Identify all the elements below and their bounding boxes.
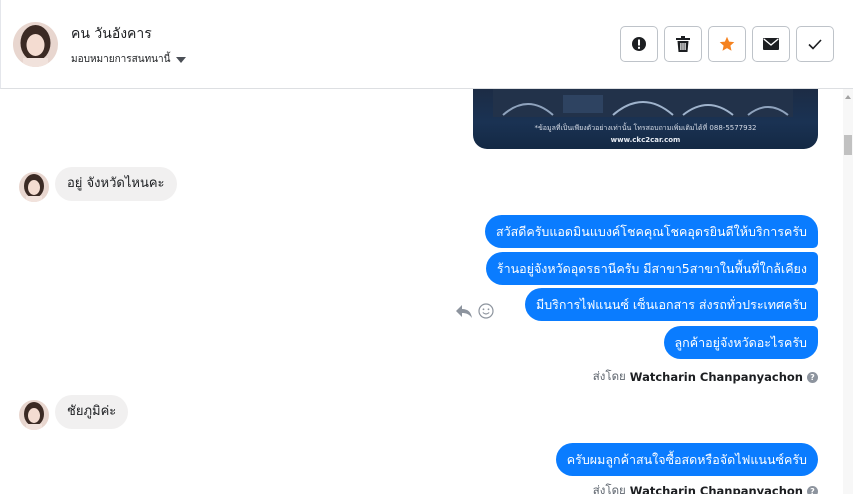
alert-icon xyxy=(632,37,646,51)
contact-avatar-small xyxy=(19,400,49,430)
outgoing-message[interactable]: สวัสดีครับแอดมินแบงค์โชคคุณโชคอุดรยินดีใ… xyxy=(484,215,818,248)
outgoing-message[interactable]: ครับผมลูกค้าสนใจซื้อสดหรือจัดไฟแนนซ์ครับ xyxy=(555,443,818,476)
image-attachment[interactable]: *ข้อมูลที่เป็นเพียงตัวอย่างเท่านั้น โทรส… xyxy=(473,89,818,149)
help-icon[interactable]: ? xyxy=(807,371,818,383)
image-disclaimer-text: *ข้อมูลที่เป็นเพียงตัวอย่างเท่านั้น โทรส… xyxy=(534,124,757,132)
incoming-message[interactable]: ชัยภูมิค่ะ xyxy=(55,395,129,429)
sent-by-agent[interactable]: Watcharin Chanpanyachon xyxy=(630,370,803,384)
delete-button[interactable] xyxy=(664,26,702,62)
help-icon[interactable]: ? xyxy=(807,485,818,494)
sent-by-agent[interactable]: Watcharin Chanpanyachon xyxy=(630,484,803,494)
conversation-toolbar xyxy=(620,26,834,62)
outgoing-message[interactable]: ร้านอยู่จังหวัดอุดรธานีครับ มีสาขา5สาขาใ… xyxy=(485,252,818,285)
envelope-icon xyxy=(763,38,779,50)
scrollbar-thumb[interactable] xyxy=(844,135,852,155)
emoji-reaction-icon[interactable] xyxy=(478,303,494,319)
image-website-text: www.ckc2car.com xyxy=(610,136,681,144)
outgoing-message[interactable]: ลูกค้าอยู่จังหวัดอะไรครับ xyxy=(663,326,818,359)
sent-by-line: ส่งโดย Watcharin Chanpanyachon ? xyxy=(593,368,818,386)
scroll-up-arrow-icon[interactable] xyxy=(845,95,851,99)
assign-conversation-dropdown[interactable]: มอบหมายการสนทนานี้ xyxy=(71,52,187,67)
star-icon xyxy=(719,36,735,51)
car-dashboard-image xyxy=(493,89,793,117)
contact-avatar-small xyxy=(19,172,49,202)
sent-by-line: ส่งโดย Watcharin Chanpanyachon ? xyxy=(593,482,818,494)
message-thread[interactable]: *ข้อมูลที่เป็นเพียงตัวอย่างเท่านั้น โทรส… xyxy=(0,89,843,494)
outgoing-message[interactable]: มีบริการไฟแนนซ์ เซ็นเอกสาร ส่งรถทั่วประเ… xyxy=(524,288,818,321)
sent-by-label: ส่งโดย xyxy=(592,369,626,383)
message-actions xyxy=(456,303,494,319)
star-button[interactable] xyxy=(708,26,746,62)
incoming-message[interactable]: อยู่ จังหวัดไหนคะ xyxy=(55,167,177,201)
conversation-header: คน วันอังคาร มอบหมายการสนทนานี้ xyxy=(0,0,853,89)
reply-icon[interactable] xyxy=(456,304,472,318)
contact-name: คน วันอังคาร xyxy=(71,26,152,42)
sent-by-label: ส่งโดย xyxy=(592,483,626,494)
check-icon xyxy=(808,38,822,50)
assign-label: มอบหมายการสนทนานี้ xyxy=(71,54,171,65)
mark-spam-button[interactable] xyxy=(620,26,658,62)
caret-down-icon xyxy=(176,56,187,63)
trash-icon xyxy=(676,36,690,52)
contact-avatar[interactable] xyxy=(13,22,58,67)
mark-unread-button[interactable] xyxy=(752,26,790,62)
mark-done-button[interactable] xyxy=(796,26,834,62)
thread-scrollbar[interactable] xyxy=(843,89,853,494)
